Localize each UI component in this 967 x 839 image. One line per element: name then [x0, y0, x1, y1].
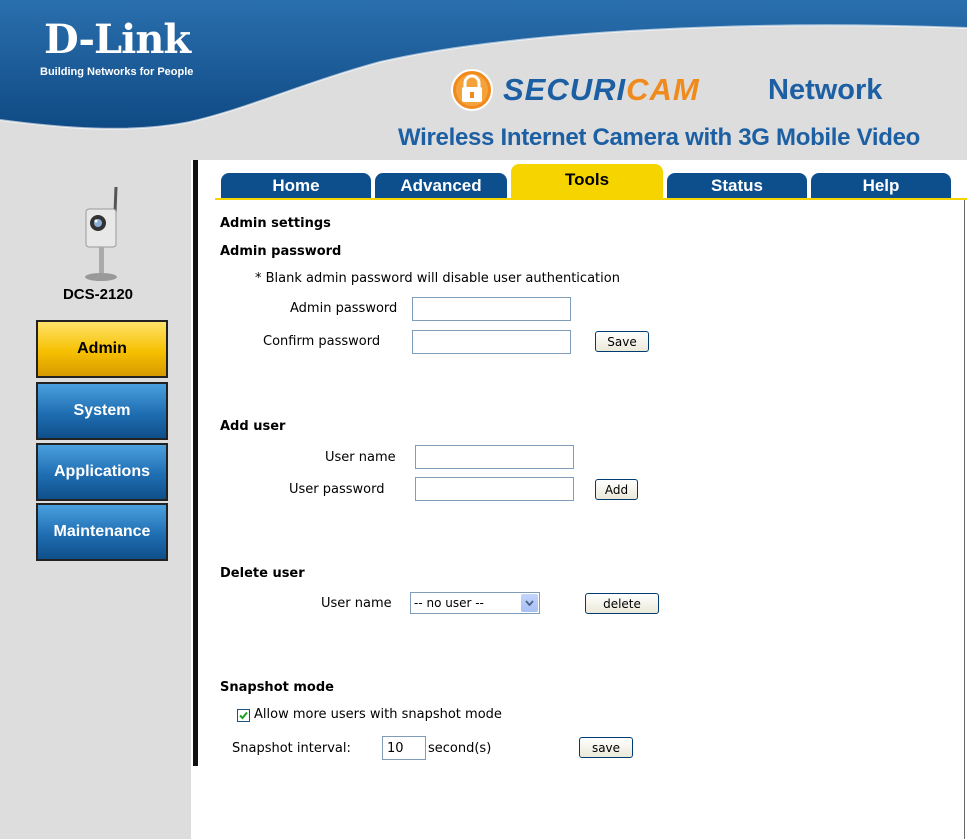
allow-snapshot-label: Allow more users with snapshot mode	[254, 707, 502, 722]
save-snapshot-button[interactable]: save	[579, 737, 633, 758]
securicam-part2: CAM	[626, 72, 700, 107]
product-subtitle: Wireless Internet Camera with 3G Mobile …	[398, 124, 920, 151]
admin-password-heading: Admin password	[220, 244, 342, 259]
network-wordmark: Network	[768, 74, 883, 106]
camera-icon	[85, 186, 118, 281]
save-password-button[interactable]: Save	[595, 331, 649, 352]
add-user-name-field[interactable]	[415, 445, 574, 469]
delete-user-selected: -- no user --	[414, 596, 484, 610]
delete-user-name-label: User name	[321, 596, 392, 611]
page-title: Admin settings	[220, 216, 331, 231]
model-name: DCS-2120	[62, 286, 134, 303]
sidebar-item-applications[interactable]: Applications	[36, 443, 168, 501]
sidebar-item-maintenance[interactable]: Maintenance	[36, 503, 168, 561]
brand-tagline: Building Networks for People	[40, 66, 194, 78]
lock-icon	[451, 69, 493, 111]
snapshot-interval-field[interactable]	[382, 736, 426, 760]
admin-password-label: Admin password	[290, 301, 398, 316]
delete-user-button[interactable]: delete	[585, 593, 659, 614]
add-user-name-label: User name	[325, 450, 396, 465]
confirm-password-field[interactable]	[412, 330, 571, 354]
dlink-logo: D-Link	[44, 16, 191, 63]
page-header: D-Link Building Networks for People SECU…	[0, 0, 967, 160]
tab-tools[interactable]: Tools	[511, 164, 663, 199]
add-user-button[interactable]: Add	[595, 479, 638, 500]
tab-advanced[interactable]: Advanced	[375, 173, 507, 199]
securicam-logo: SECURICAM Network	[450, 68, 890, 112]
sidebar-item-system[interactable]: System	[36, 382, 168, 440]
delete-user-select[interactable]: -- no user --	[410, 592, 540, 614]
snapshot-interval-unit: second(s)	[428, 741, 492, 756]
snapshot-mode-heading: Snapshot mode	[220, 680, 334, 695]
checkmark-icon	[239, 711, 248, 720]
tab-status[interactable]: Status	[667, 173, 807, 199]
sidebar-divider	[193, 160, 198, 766]
delete-user-heading: Delete user	[220, 566, 305, 581]
tab-help[interactable]: Help	[811, 173, 951, 199]
snapshot-interval-label: Snapshot interval:	[232, 741, 351, 756]
chevron-down-icon	[521, 594, 538, 612]
allow-snapshot-checkbox[interactable]	[237, 709, 250, 722]
content-border	[964, 200, 965, 839]
blank-password-note: * Blank admin password will disable user…	[255, 271, 620, 286]
securicam-part1: SECURI	[503, 72, 627, 107]
sidebar-item-admin[interactable]: Admin	[36, 320, 168, 378]
tab-home[interactable]: Home	[221, 173, 371, 199]
add-user-password-field[interactable]	[415, 477, 574, 501]
admin-password-field[interactable]	[412, 297, 571, 321]
content-panel: Admin settings Admin password * Blank ad…	[215, 200, 967, 839]
add-user-heading: Add user	[220, 419, 286, 434]
confirm-password-label: Confirm password	[263, 334, 381, 349]
securicam-wordmark: SECURICAM	[503, 74, 700, 105]
tab-bar: Home Advanced Tools Status Help	[215, 164, 967, 199]
add-user-password-label: User password	[289, 482, 385, 497]
